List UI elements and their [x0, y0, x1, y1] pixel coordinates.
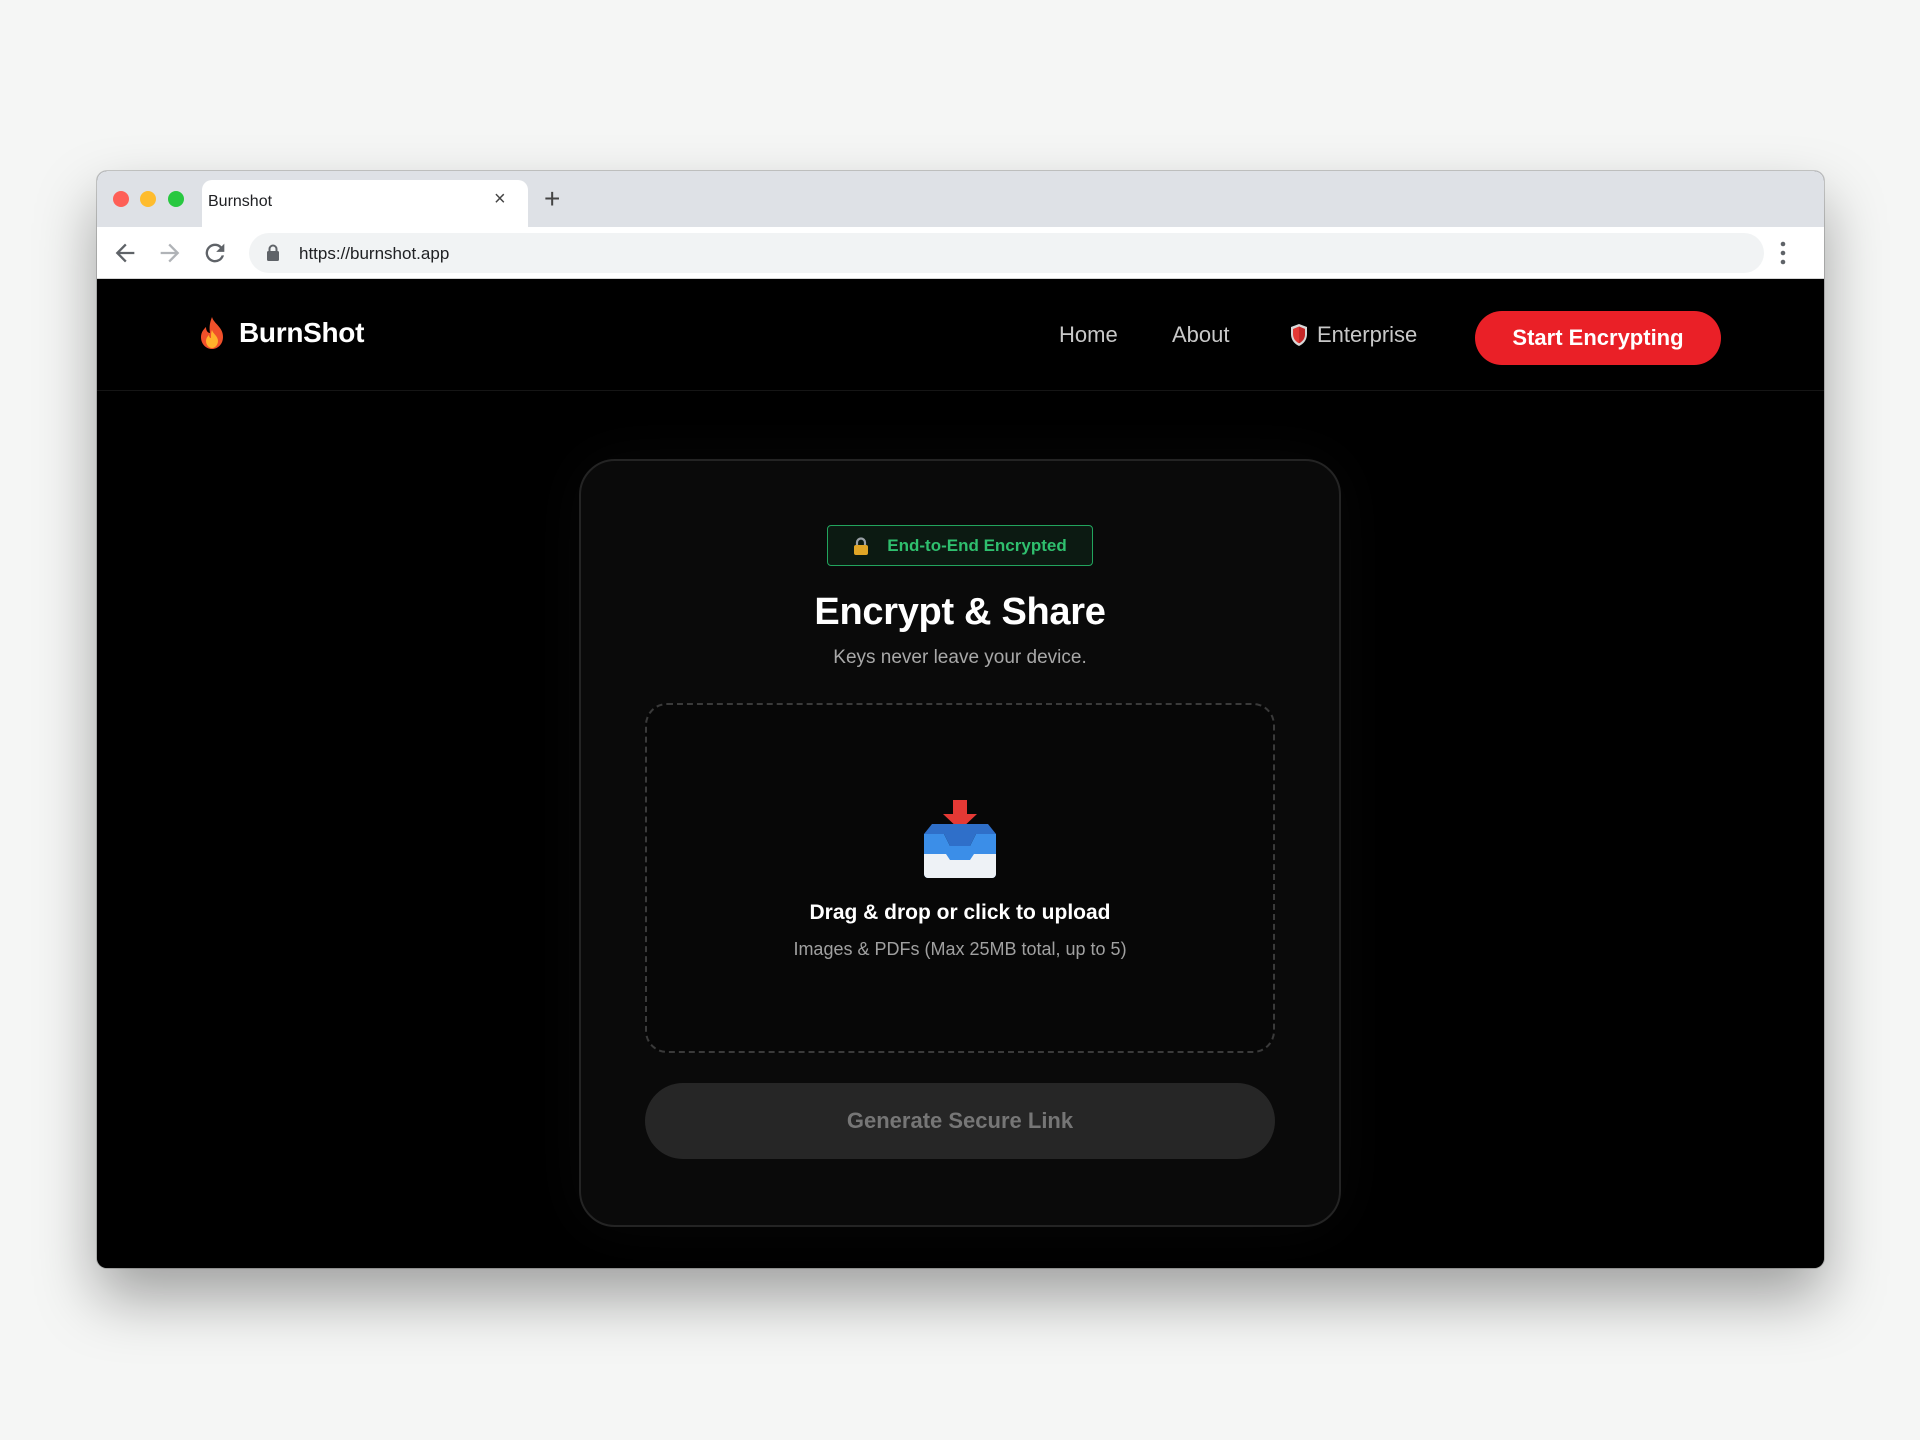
brand-logo[interactable]: BurnShot [197, 316, 364, 350]
forward-arrow-icon[interactable] [156, 239, 184, 267]
encryption-badge: End-to-End Encrypted [827, 525, 1093, 566]
more-vert-icon[interactable] [1779, 240, 1787, 266]
address-bar[interactable]: https://burnshot.app [249, 233, 1764, 273]
fire-icon [201, 317, 223, 349]
page-content: BurnShot Home About Enterprise Start Enc… [97, 279, 1824, 1268]
nav-link-home[interactable]: Home [1059, 322, 1118, 348]
back-arrow-icon[interactable] [111, 239, 139, 267]
dropzone-title: Drag & drop or click to upload [809, 901, 1111, 924]
lock-icon [267, 244, 279, 261]
card-title: Encrypt & Share [814, 591, 1106, 633]
shield-icon [1291, 324, 1307, 346]
tab-close-icon[interactable]: × [494, 189, 506, 209]
reload-icon[interactable] [201, 239, 229, 267]
nav-link-enterprise[interactable]: Enterprise [1289, 322, 1417, 348]
dropzone-hint: Images & PDFs (Max 25MB total, up to 5) [793, 939, 1127, 959]
tab-strip: Burnshot × + [97, 171, 1824, 227]
new-tab-icon[interactable]: + [544, 185, 560, 213]
inbox-tray-icon [924, 800, 996, 878]
minimize-window-button[interactable] [140, 191, 156, 207]
start-encrypting-button[interactable]: Start Encrypting [1475, 311, 1721, 365]
generate-secure-link-button[interactable]: Generate Secure Link [645, 1083, 1275, 1159]
badge-label: End-to-End Encrypted [887, 535, 1067, 555]
nav-link-about[interactable]: About [1172, 322, 1230, 348]
close-window-button[interactable] [113, 191, 129, 207]
browser-window: Burnshot × + https://burnshot.app BurnSh… [97, 171, 1824, 1268]
browser-toolbar: https://burnshot.app [97, 227, 1824, 279]
lock-icon [854, 536, 869, 555]
file-dropzone[interactable]: Drag & drop or click to upload Images & … [645, 703, 1275, 1053]
brand-name: BurnShot [239, 317, 365, 348]
upload-card: End-to-End Encrypted Encrypt & Share Key… [579, 459, 1341, 1227]
site-header: BurnShot Home About Enterprise Start Enc… [97, 279, 1824, 391]
nav-link-enterprise-label: Enterprise [1317, 322, 1418, 347]
card-subtitle: Keys never leave your device. [833, 647, 1087, 668]
url-text: https://burnshot.app [299, 244, 450, 263]
maximize-window-button[interactable] [168, 191, 184, 207]
tab-title: Burnshot [208, 193, 273, 210]
